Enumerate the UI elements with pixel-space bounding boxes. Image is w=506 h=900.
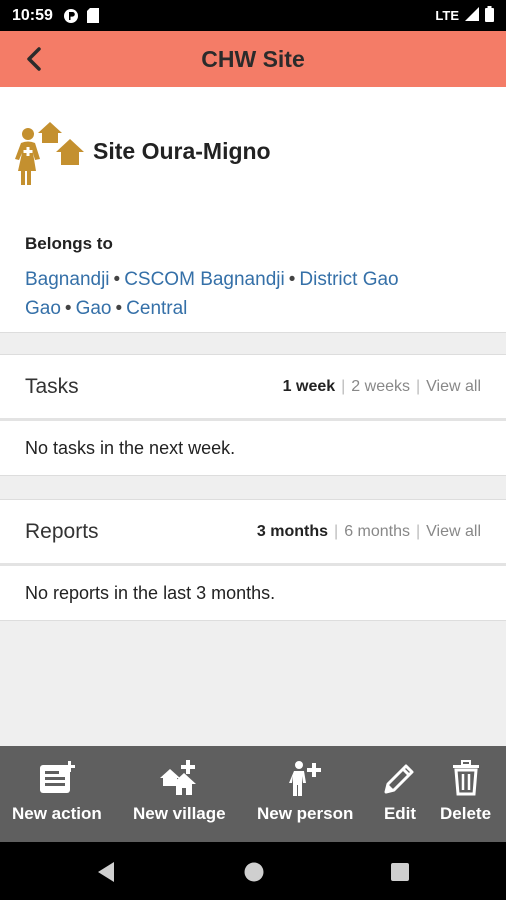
reports-filter-view-all[interactable]: View all xyxy=(426,523,481,541)
place-name: Site Oura-Migno xyxy=(93,138,271,164)
filter-separator: | xyxy=(416,522,421,540)
new-action-label: New action xyxy=(12,804,102,823)
lineage-separator: • xyxy=(113,269,121,290)
new-person-button[interactable]: New person xyxy=(257,746,353,842)
page-title: CHW Site xyxy=(201,45,305,72)
reports-label: Reports xyxy=(25,519,99,543)
reports-filters: 3 months | 6 months | View all xyxy=(257,523,481,541)
lineage-link-gao[interactable]: Gao xyxy=(25,298,61,319)
sd-card-icon xyxy=(86,8,99,23)
new-action-button[interactable]: New action xyxy=(12,746,102,842)
lineage-separator: • xyxy=(115,298,123,319)
tasks-filter-1-week[interactable]: 1 week xyxy=(283,378,335,396)
lineage-link-cscom[interactable]: CSCOM Bagnandji xyxy=(124,269,285,290)
nav-home-button[interactable] xyxy=(240,858,268,886)
belongs-to-label: Belongs to xyxy=(25,234,113,253)
signal-icon xyxy=(465,7,479,24)
lineage-link-central[interactable]: Central xyxy=(126,298,187,319)
nav-recents-icon xyxy=(391,863,409,881)
reports-filter-6-months[interactable]: 6 months xyxy=(344,523,410,541)
tasks-section: Tasks 1 week | 2 weeks | View all No tas… xyxy=(0,354,506,476)
network-type: LTE xyxy=(435,8,459,23)
lineage-separator: • xyxy=(64,298,72,319)
edit-label: Edit xyxy=(383,804,417,823)
action-bar: New action New village New person Edit D… xyxy=(0,746,506,842)
edit-button[interactable]: Edit xyxy=(382,746,418,842)
chw-site-icon xyxy=(12,109,86,185)
edit-icon xyxy=(384,764,414,794)
tasks-header: Tasks 1 week | 2 weeks | View all xyxy=(0,355,506,421)
lineage-separator: • xyxy=(288,269,296,290)
lineage-link-district[interactable]: District Gao xyxy=(299,269,398,290)
back-arrow-icon xyxy=(27,47,41,71)
app-bar: CHW Site xyxy=(0,31,506,87)
nav-back-button[interactable] xyxy=(92,858,120,886)
delete-label: Delete xyxy=(440,804,492,823)
new-village-button[interactable]: New village xyxy=(133,746,226,842)
reports-empty-text: No reports in the last 3 months. xyxy=(25,582,276,603)
lineage-breadcrumb: Bagnandji • CSCOM Bagnandji • District Gao Ga… xyxy=(25,265,495,323)
filter-separator: | xyxy=(341,377,346,395)
tasks-filter-2-weeks[interactable]: 2 weeks xyxy=(351,378,410,396)
system-nav-bar xyxy=(0,842,506,900)
filter-separator: | xyxy=(416,377,421,395)
tasks-filters: 1 week | 2 weeks | View all xyxy=(283,378,481,396)
place-summary: Site Oura-Migno Belongs to Bagnandji • CSC… xyxy=(0,87,506,333)
lineage-link-bagnandji[interactable]: Bagnandji xyxy=(25,269,110,290)
tasks-empty-text: No tasks in the next week. xyxy=(25,437,236,458)
status-right: LTE xyxy=(435,6,494,25)
new-village-label: New village xyxy=(133,804,226,823)
app-notification-icon xyxy=(63,8,79,24)
new-action-icon xyxy=(39,761,75,793)
filter-separator: | xyxy=(334,522,339,540)
tasks-filter-view-all[interactable]: View all xyxy=(426,378,481,396)
status-time: 10:59 xyxy=(12,6,53,24)
nav-recents-button[interactable] xyxy=(386,858,414,886)
reports-section: Reports 3 months | 6 months | View all N… xyxy=(0,499,506,621)
new-person-label: New person xyxy=(257,804,354,823)
lineage-link-gao-2[interactable]: Gao xyxy=(76,298,112,319)
delete-icon xyxy=(452,760,479,796)
nav-home-icon xyxy=(244,862,264,882)
tasks-label: Tasks xyxy=(25,374,79,398)
back-button[interactable] xyxy=(18,43,50,75)
reports-header: Reports 3 months | 6 months | View all xyxy=(0,500,506,566)
status-bar: 10:59 LTE xyxy=(0,0,506,31)
delete-button[interactable]: Delete xyxy=(440,746,491,842)
nav-back-icon xyxy=(98,862,114,882)
new-village-icon xyxy=(160,760,197,795)
reports-filter-3-months[interactable]: 3 months xyxy=(257,523,328,541)
battery-icon xyxy=(485,6,494,25)
new-person-icon xyxy=(289,761,322,796)
